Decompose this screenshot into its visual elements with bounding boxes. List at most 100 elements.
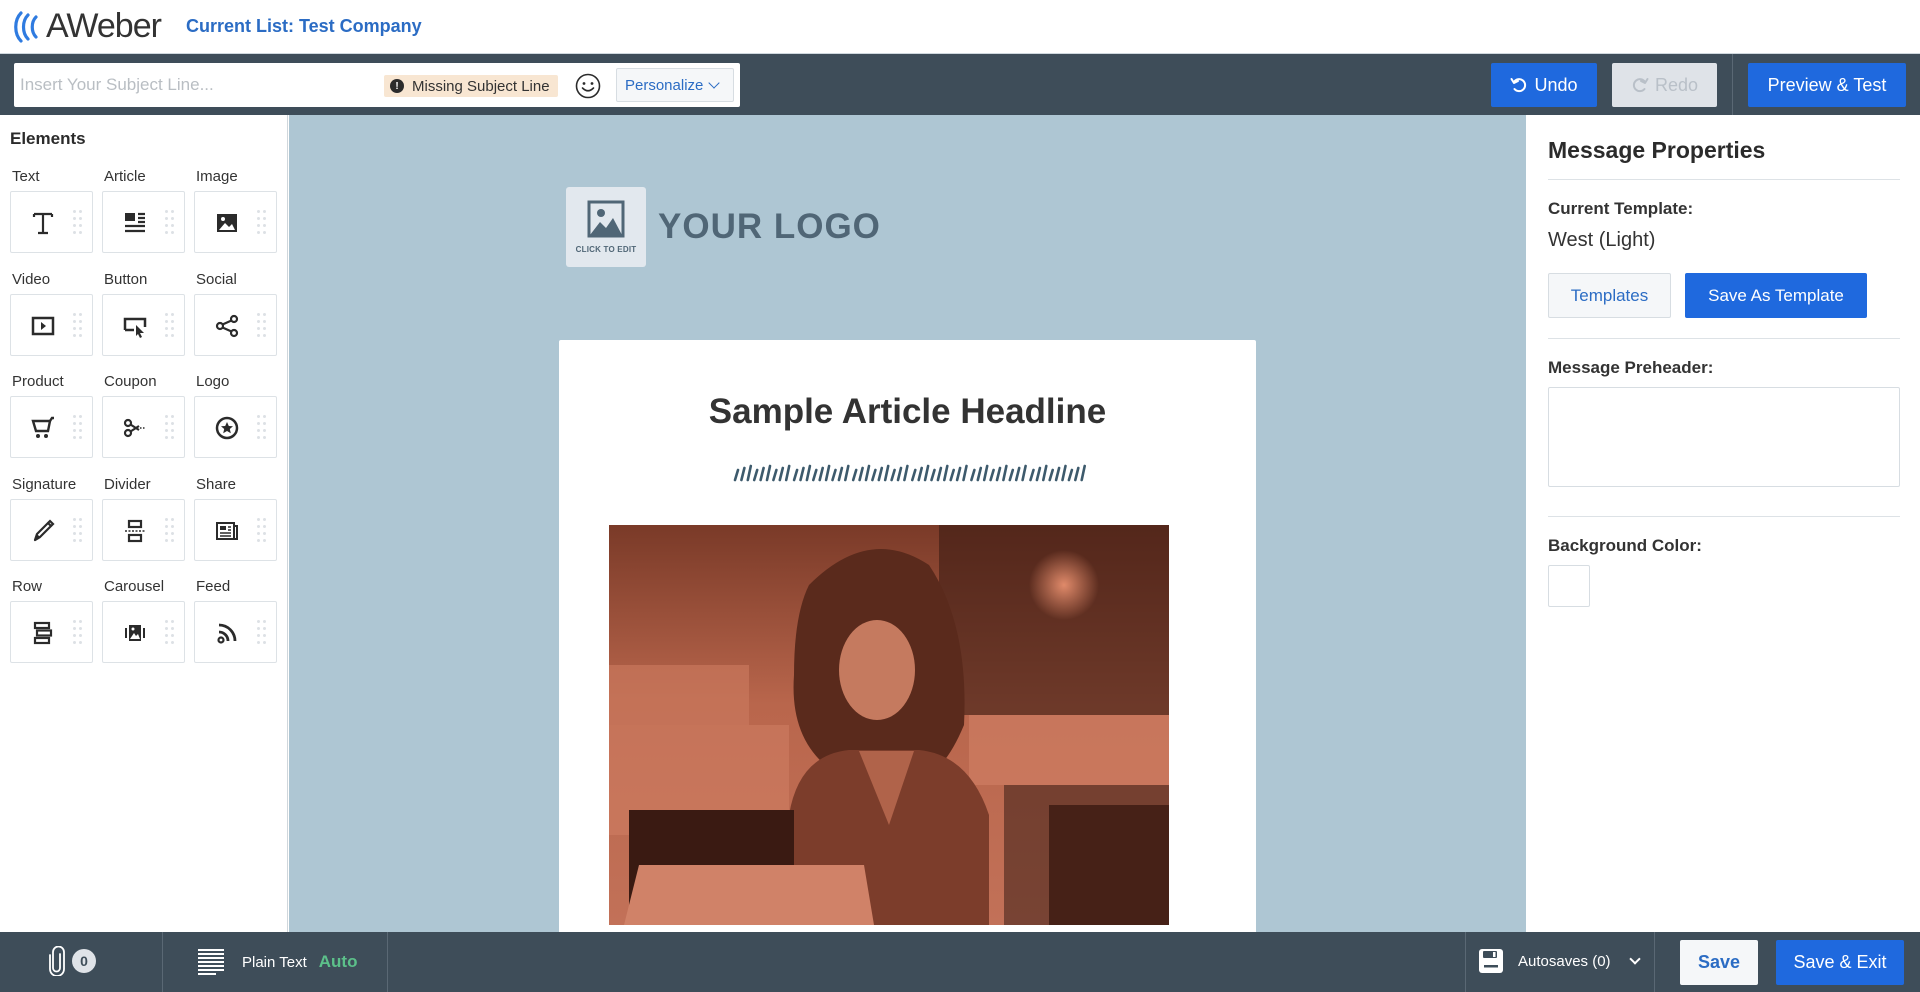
personalize-dropdown[interactable]: Personalize (616, 68, 734, 102)
drag-handle-icon[interactable] (257, 517, 267, 544)
brand-name: AWeber (46, 7, 162, 45)
smiley-face-icon[interactable] (574, 72, 602, 100)
element-tile[interactable] (102, 293, 185, 356)
element-text[interactable]: Text (10, 167, 93, 253)
element-row[interactable]: Row (10, 577, 93, 663)
row-icon (33, 621, 53, 645)
drag-handle-icon[interactable] (257, 415, 267, 441)
newspaper-icon (216, 521, 238, 540)
footer-divider (1465, 932, 1466, 992)
redo-button[interactable]: Redo (1612, 63, 1717, 107)
undo-button[interactable]: Undo (1491, 63, 1597, 107)
element-tile[interactable] (10, 498, 93, 561)
subject-line-input[interactable] (20, 63, 380, 107)
element-image[interactable]: Image (194, 167, 277, 253)
email-body-card: Sample Article Headline (559, 340, 1256, 932)
element-tile[interactable] (102, 601, 185, 663)
element-tile[interactable] (102, 191, 185, 253)
logo-placeholder[interactable]: CLICK TO EDIT (566, 187, 646, 267)
element-tile[interactable] (10, 191, 93, 253)
element-label: Feed (196, 578, 231, 595)
drag-handle-icon[interactable] (257, 620, 267, 646)
element-carousel[interactable]: Carousel (102, 577, 185, 663)
drag-handle-icon[interactable] (165, 415, 175, 441)
drag-handle-icon[interactable] (73, 620, 83, 646)
element-product[interactable]: Product (10, 372, 93, 458)
divider (1548, 516, 1900, 517)
save-exit-button[interactable]: Save & Exit (1776, 940, 1904, 985)
element-tile[interactable] (194, 498, 277, 561)
divider (1548, 338, 1900, 339)
current-list-link[interactable]: Current List: Test Company (186, 16, 422, 37)
element-tile[interactable] (10, 601, 93, 663)
element-label: Coupon (104, 373, 157, 390)
decorative-divider (733, 464, 1087, 482)
element-tile[interactable] (194, 396, 277, 458)
autosaves-dropdown[interactable]: Autosaves (0) (1478, 948, 1641, 974)
drag-handle-icon[interactable] (73, 517, 83, 544)
element-video[interactable]: Video (10, 270, 93, 356)
drag-handle-icon[interactable] (73, 312, 83, 339)
paperclip-icon (49, 946, 65, 976)
element-tile[interactable] (194, 601, 277, 663)
element-label: Social (196, 270, 237, 288)
article-headline[interactable]: Sample Article Headline (559, 392, 1256, 432)
save-button[interactable]: Save (1680, 940, 1758, 985)
subject-line-container: ! Missing Subject Line Personalize (14, 63, 740, 107)
element-tile[interactable] (194, 293, 277, 356)
element-tile[interactable] (194, 191, 277, 253)
drag-handle-icon[interactable] (165, 620, 175, 646)
footer-divider (387, 932, 388, 992)
drag-handle-icon[interactable] (165, 517, 175, 544)
hero-image[interactable] (609, 525, 1169, 925)
preheader-label: Message Preheader: (1548, 358, 1714, 377)
drag-handle-icon[interactable] (165, 312, 175, 339)
element-tile[interactable] (10, 293, 93, 356)
drag-handle-icon[interactable] (257, 312, 267, 339)
carousel-icon (125, 625, 145, 641)
element-feed[interactable]: Feed (194, 577, 277, 663)
logo-text[interactable]: YOUR LOGO (658, 207, 881, 247)
chevron-down-icon (1628, 952, 1641, 965)
save-as-template-button[interactable]: Save As Template (1685, 273, 1867, 318)
aweber-logo[interactable]: AWeber (12, 0, 162, 54)
attachments-button[interactable]: 0 (48, 946, 96, 976)
star-circle-icon (215, 416, 239, 440)
element-logo[interactable]: Logo (194, 372, 277, 458)
click-to-edit-label: CLICK TO EDIT (575, 245, 637, 254)
element-tile[interactable] (102, 498, 185, 561)
plain-text-toggle[interactable]: Plain Text Auto (196, 947, 357, 977)
video-icon (31, 316, 55, 335)
top-header: AWeber Current List: Test Company (0, 0, 1920, 54)
drag-handle-icon[interactable] (165, 210, 175, 236)
element-tile[interactable] (102, 396, 185, 458)
element-signature[interactable]: Signature (10, 475, 93, 561)
toolbar-divider (1732, 54, 1733, 115)
message-properties-panel: Message Properties Current Template: Wes… (1527, 115, 1920, 932)
background-color-swatch[interactable] (1548, 565, 1590, 607)
elements-title: Elements (10, 129, 86, 148)
drag-handle-icon[interactable] (73, 210, 83, 236)
element-label: Article (104, 168, 146, 185)
element-article[interactable]: Article (102, 167, 185, 253)
cart-icon (31, 416, 54, 438)
element-label: Share (196, 475, 237, 493)
elements-sidebar: Elements Text Article Image Video Button Soci… (0, 115, 288, 932)
current-template-label: Current Template: (1548, 199, 1694, 218)
properties-title: Message Properties (1548, 137, 1766, 163)
preview-test-button[interactable]: Preview & Test (1748, 63, 1906, 107)
drag-handle-icon[interactable] (257, 210, 267, 236)
image-icon (217, 214, 237, 232)
element-divider[interactable]: Divider (102, 475, 185, 561)
element-button[interactable]: Button (102, 270, 185, 356)
footer-divider (1654, 932, 1655, 992)
element-coupon[interactable]: Coupon (102, 372, 185, 458)
article-icon (125, 212, 145, 233)
preheader-input[interactable] (1548, 387, 1900, 487)
element-social[interactable]: Social (194, 270, 277, 356)
drag-handle-icon[interactable] (73, 415, 83, 441)
missing-subject-text: Missing Subject Line (412, 77, 550, 95)
element-tile[interactable] (10, 396, 93, 458)
element-share[interactable]: Share (194, 475, 277, 561)
templates-button[interactable]: Templates (1548, 273, 1671, 318)
